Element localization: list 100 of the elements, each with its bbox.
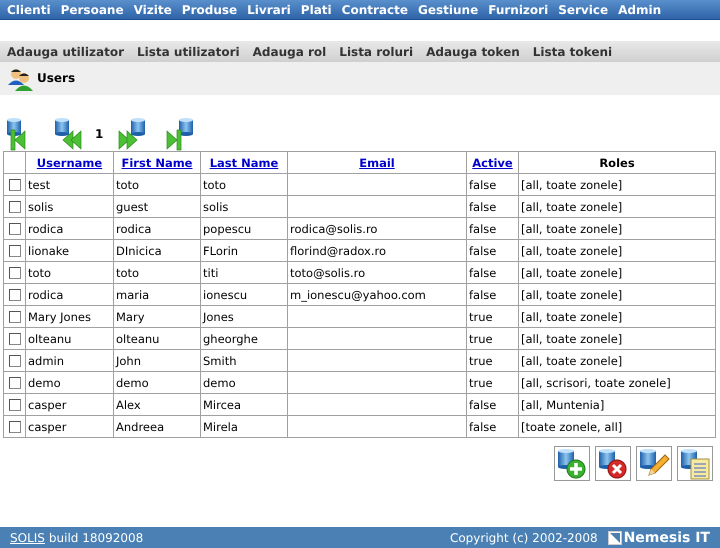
table-cell: toto [203, 178, 226, 192]
row-checkbox[interactable] [9, 289, 21, 302]
table-cell: false [469, 222, 496, 236]
row-checkbox[interactable] [9, 333, 21, 346]
table-cell: florind@radox.ro [290, 244, 386, 258]
table-cell: popescu [203, 222, 252, 236]
row-checkbox[interactable] [9, 355, 21, 368]
menu-item[interactable]: Persoane [60, 2, 124, 16]
build-text: build 18092008 [48, 530, 144, 544]
row-checkbox[interactable] [9, 377, 21, 390]
menu-item[interactable]: Livrari [247, 2, 291, 16]
table-cell: true [469, 332, 493, 346]
column-header-link[interactable]: Email [359, 156, 395, 170]
menu-item[interactable]: Produse [182, 2, 238, 16]
submenu-item[interactable]: Lista roluri [339, 44, 414, 58]
table-cell: DInicica [116, 244, 162, 258]
table-cell: rodica [28, 288, 64, 302]
table-cell: admin [28, 354, 64, 368]
submenu-item[interactable]: Adauga utilizator [7, 44, 124, 58]
delete-record-button[interactable] [595, 446, 631, 481]
row-checkbox[interactable] [9, 421, 21, 434]
table-cell: true [469, 354, 493, 368]
table-cell: ionescu [203, 288, 248, 302]
menu-item[interactable]: Contracte [342, 2, 408, 16]
column-header: Roles [599, 156, 635, 170]
table-cell: Mircea [203, 398, 242, 412]
table-cell: false [469, 288, 496, 302]
table-cell: titi [203, 266, 218, 280]
table-cell: Alex [116, 398, 141, 412]
table-cell: lionake [28, 244, 70, 258]
row-checkbox[interactable] [9, 267, 21, 280]
table-cell: guest [116, 200, 148, 214]
table-cell: false [469, 244, 496, 258]
submenu-item[interactable]: Lista utilizatori [136, 44, 240, 58]
table-cell: maria [116, 288, 150, 302]
list-record-icon [678, 446, 712, 480]
table-cell: [toate zonele, all] [521, 420, 622, 434]
add-record-button[interactable] [554, 446, 590, 481]
table-cell: toto [28, 266, 52, 280]
table-cell: Jones [203, 310, 234, 324]
menu-item[interactable]: Service [558, 2, 608, 16]
row-checkbox[interactable] [9, 311, 21, 324]
table-cell: Andreea [116, 420, 164, 434]
logo-icon [608, 530, 622, 544]
menu-item[interactable]: Furnizori [488, 2, 548, 16]
menu-item[interactable]: Plati [300, 2, 332, 16]
page-number: 1 [95, 126, 104, 140]
table-cell: toto [116, 266, 140, 280]
table-cell: [all, toate zonele] [521, 332, 622, 346]
table-cell: olteanu [116, 332, 160, 346]
submenu-item[interactable]: Lista tokeni [532, 44, 612, 58]
table-cell: solis [203, 200, 228, 214]
table-cell: demo [116, 376, 149, 390]
row-checkbox[interactable] [9, 399, 21, 412]
list-record-button[interactable] [677, 446, 713, 481]
menu-item[interactable]: Admin [618, 2, 662, 16]
submenu-item[interactable]: Adauga rol [252, 44, 326, 58]
table-cell: false [469, 266, 496, 280]
users-icon [7, 67, 33, 91]
footer-link[interactable]: SOLIS [10, 530, 45, 544]
table-cell: rodica [116, 222, 152, 236]
table-cell: Mirela [203, 420, 238, 434]
table-cell: Smith [203, 354, 236, 368]
table-cell: olteanu [28, 332, 72, 346]
table-cell: John [116, 354, 142, 368]
row-checkbox[interactable] [9, 201, 21, 214]
table-cell: [all, toate zonele] [521, 200, 622, 214]
table-cell: true [469, 310, 493, 324]
row-checkbox[interactable] [9, 245, 21, 258]
table-cell: [all, toate zonele] [521, 222, 622, 236]
table-cell: false [469, 398, 496, 412]
menu-item[interactable]: Vizite [134, 2, 172, 16]
table-cell: FLorin [203, 244, 238, 258]
table-cell: rodica@solis.ro [290, 222, 378, 236]
table-cell: [all, Muntenia] [521, 398, 604, 412]
table-cell: toto [116, 178, 140, 192]
table-cell: demo [28, 376, 61, 390]
table-cell: Mary Jones [28, 310, 91, 324]
menu-item[interactable]: Clienti [7, 2, 51, 16]
edit-record-button[interactable] [636, 446, 672, 481]
table-cell: false [469, 178, 496, 192]
submenu-item[interactable]: Adauga token [426, 44, 520, 58]
table-cell: test [28, 178, 50, 192]
copyright-text: Copyright (c) 2002-2008 [450, 530, 598, 544]
table-cell: toto@solis.ro [290, 266, 366, 280]
menu-item[interactable]: Gestiune [418, 2, 478, 16]
table-cell: m_ionescu@yahoo.com [290, 288, 426, 302]
table-cell: casper [28, 398, 66, 412]
table-cell: demo [203, 376, 236, 390]
table-cell: [all, toate zonele] [521, 354, 622, 368]
table-cell: [all, toate zonele] [521, 310, 622, 324]
table-cell: solis [28, 200, 54, 214]
row-checkbox[interactable] [9, 223, 21, 236]
table-cell: gheorghe [203, 332, 258, 346]
table-cell: rodica [28, 222, 64, 236]
row-checkbox[interactable] [9, 179, 21, 192]
table-cell: [all, toate zonele] [521, 244, 622, 258]
table-cell: true [469, 376, 493, 390]
table-cell: false [469, 420, 496, 434]
table-cell: [all, toate zonele] [521, 288, 622, 302]
